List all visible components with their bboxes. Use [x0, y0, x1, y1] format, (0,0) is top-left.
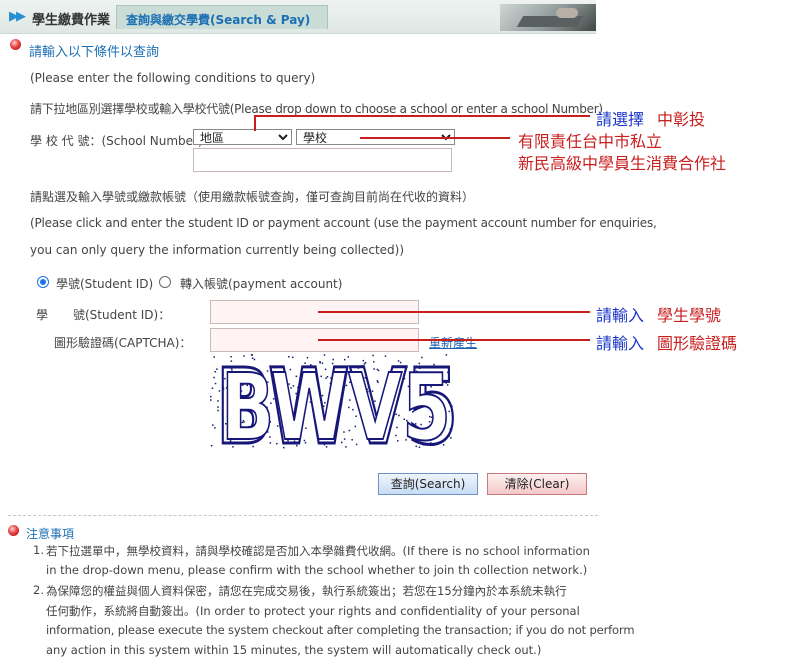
region-select[interactable]: 地區	[193, 129, 292, 145]
radio-student-id-label: 學號(Student ID)	[56, 277, 154, 291]
captcha-text-inner: BWV5	[221, 354, 451, 449]
annotation-line-captcha	[318, 339, 590, 341]
radio-payment-account-label: 轉入帳號(payment account)	[180, 277, 343, 291]
account-instruction-en-2: you can only query the information curre…	[30, 243, 405, 257]
school-number-label: 學 校 代 號：(School Number)	[30, 134, 203, 148]
annotation-select-prefix: 請選擇	[596, 110, 645, 129]
captcha-noise-dot	[213, 356, 215, 358]
annotation-enter-prefix: 請輸入	[596, 306, 645, 325]
note-line: information, please execute the system c…	[46, 623, 635, 637]
note-line: 任何動作，系統將自動簽出。(In order to protect your r…	[46, 604, 580, 618]
note-number: 1.	[33, 543, 44, 557]
header-keyboard-image	[500, 4, 596, 31]
search-button[interactable]: 查詢(Search)	[378, 473, 478, 495]
captcha-noise-dot	[210, 395, 212, 398]
annotation-school-name-1: 有限責任台中市私立	[518, 132, 663, 151]
annotation-line-region-drop	[254, 115, 256, 131]
query-section-title: 請輸入以下條件以查詢	[29, 45, 160, 60]
query-instruction-en: (Please enter the following conditions t…	[30, 71, 316, 85]
note-line: 若下拉選單中，無學校資料，請與學校確認是否加入本學雜費代收網。(If there…	[46, 544, 590, 558]
student-id-label-char: 學	[36, 308, 49, 322]
refresh-captcha-link[interactable]: 重新產生	[429, 334, 477, 351]
annotation-select-value: 中彰投	[657, 110, 706, 129]
captcha-noise-dot	[213, 376, 215, 379]
annotation-line-school	[360, 137, 510, 139]
student-id-label: 號(Student ID)：	[73, 308, 171, 322]
account-instruction-zh: 請點選及輸入學號或繳款帳號（使用繳款帳號查詢，僅可查詢目前尚在代收的資料）	[30, 190, 475, 204]
section-divider	[8, 515, 598, 516]
red-bullet-icon	[10, 39, 21, 50]
note-line: 為保障您的權益與個人資料保密，請您在完成交易後，執行系統簽出；若您在15分鐘內於…	[46, 584, 567, 598]
annotation-enter-student-id: 學生學號	[657, 306, 722, 325]
captcha-label: 圖形驗證碼(CAPTCHA)：	[54, 336, 192, 350]
clear-button[interactable]: 清除(Clear)	[487, 473, 587, 495]
notes-title: 注意事項	[26, 527, 75, 541]
page-title: 學生繳費作業	[32, 13, 111, 28]
captcha-noise-dot	[212, 424, 214, 426]
annotation-enter-captcha: 圖形驗證碼	[657, 334, 738, 353]
annotation-enter-prefix: 請輸入	[596, 334, 645, 353]
annotation-line-region	[254, 115, 590, 117]
double-chevron-right-icon: ▶▶	[9, 9, 26, 24]
captcha-noise-dot	[211, 387, 214, 389]
school-number-input[interactable]	[193, 148, 452, 172]
note-number: 2.	[33, 583, 44, 597]
account-instruction-en-1: (Please click and enter the student ID o…	[30, 216, 657, 230]
note-line: any action in this system within 15 minu…	[46, 643, 542, 657]
radio-payment-account[interactable]	[159, 276, 171, 288]
captcha-noise-dot	[210, 445, 213, 447]
red-bullet-icon	[8, 525, 19, 536]
captcha-noise-dot	[210, 399, 212, 401]
captcha-image: BWV5 BWV5	[210, 354, 460, 449]
annotation-line-student-id	[318, 311, 590, 313]
note-line: in the drop-down menu, please confirm wi…	[46, 563, 588, 577]
tab-search-pay[interactable]: 查詢與繳交學費(Search & Pay)	[116, 5, 328, 29]
radio-student-id[interactable]	[37, 276, 49, 288]
annotation-school-name-2: 新民高級中學員生消費合作社	[518, 154, 727, 173]
